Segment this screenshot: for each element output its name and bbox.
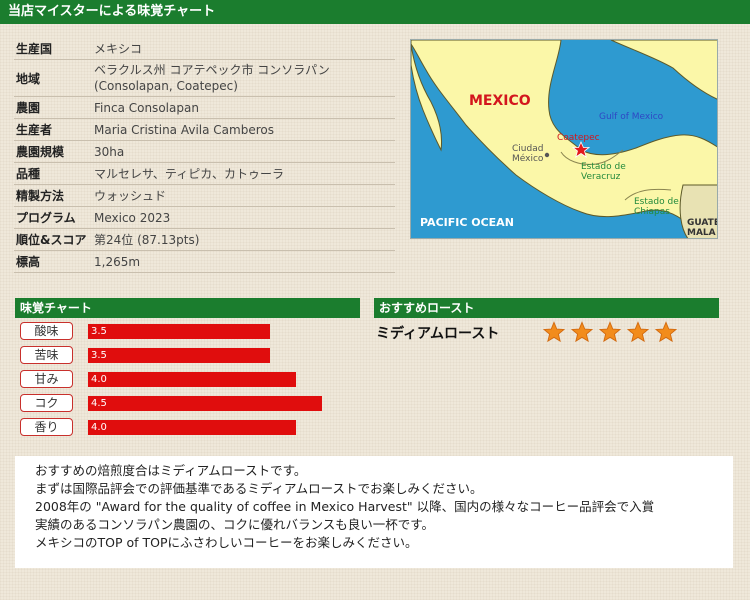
region-map: MEXICO Gulf of Mexico Coatepec PACIFIC O… [410,39,718,239]
page-header: 当店マイスターによる味覚チャート [0,0,750,24]
info-label: 農園規模 [16,145,65,159]
taste-bar: 3.5 [88,324,270,339]
info-label: 順位&スコア [16,233,87,247]
roast-rating [543,321,677,343]
info-value: 1,265m [94,254,141,269]
map-label-capital: Ciudad México [512,144,544,164]
taste-label: コク [20,394,73,412]
taste-label: 香り [20,418,73,436]
info-row: 農園規模 30ha [14,141,395,163]
info-value: Maria Cristina Avila Camberos [94,122,274,137]
description-line: メキシコのTOP of TOPにふさわしいコーヒーをお楽しみください。 [35,535,418,550]
info-value: メキシコ [94,41,143,56]
taste-row: コク 4.5 [20,394,322,412]
taste-bar: 4.0 [88,420,296,435]
info-row: 生産国 メキシコ [14,38,395,60]
star-icon [627,321,649,343]
info-table: 生産国 メキシコ地域 ベラクルス州 コアテペック市 コンソラパン (Consolapa… [14,38,395,273]
info-row: 標高 1,265m [14,251,395,273]
description-line: おすすめの焙煎度合はミディアムローストです。 [35,463,307,478]
taste-row: 甘み 4.0 [20,370,296,388]
info-value: 第24位 (87.13pts) [94,232,200,247]
taste-row: 苦味 3.5 [20,346,270,364]
description-line: 2008年の "Award for the quality of coffee … [35,499,655,514]
map-label-ocean: PACIFIC OCEAN [420,216,514,229]
taste-chart-header: 味覚チャート [15,298,360,318]
info-label: 精製方法 [16,189,65,203]
info-label: 農園 [16,101,41,115]
info-row: 順位&スコア 第24位 (87.13pts) [14,229,395,251]
map-label-coatepec: Coatepec [557,133,600,143]
star-icon [655,321,677,343]
info-row: 農園 Finca Consolapan [14,97,395,119]
star-icon [543,321,565,343]
info-value: Finca Consolapan [94,100,199,115]
map-label-guatemala: GUATE MALA [687,218,718,238]
info-value: 30ha [94,144,125,159]
star-icon [571,321,593,343]
info-value: Mexico 2023 [94,210,171,225]
map-label-mexico: MEXICO [469,93,531,109]
map-label-veracruz: Estado de Veracruz [581,162,626,182]
taste-bar: 3.5 [88,348,270,363]
roast-header: おすすめロースト [374,298,719,318]
info-value: マルセレサ、ティピカ、カトゥーラ [94,166,284,181]
taste-label: 酸味 [20,322,73,340]
info-row: プログラム Mexico 2023 [14,207,395,229]
info-row: 精製方法 ウォッシュド [14,185,395,207]
description-line: まずは国際品評会での評価基準であるミディアムローストでお楽しみください。 [35,481,483,496]
info-label: 生産国 [16,42,53,56]
info-label: 生産者 [16,123,53,137]
taste-label: 苦味 [20,346,73,364]
info-row: 品種 マルセレサ、ティピカ、カトゥーラ [14,163,395,185]
info-row: 地域 ベラクルス州 コアテペック市 コンソラパン (Consolapan, Coat… [14,60,395,97]
map-label-gulf: Gulf of Mexico [599,112,664,122]
description-box: おすすめの焙煎度合はミディアムローストです。まずは国際品評会での評価基準であるミ… [15,456,733,568]
star-icon [599,321,621,343]
info-label: プログラム [16,211,76,225]
info-value: ウォッシュド [94,188,167,203]
taste-bar: 4.0 [88,372,296,387]
taste-row: 酸味 3.5 [20,322,270,340]
description-line: 実績のあるコンソラパン農園の、コクに優れバランスも良い一杯です。 [35,517,435,532]
info-row: 生産者 Maria Cristina Avila Camberos [14,119,395,141]
info-label: 品種 [16,167,41,181]
info-label: 地域 [16,71,41,86]
taste-row: 香り 4.0 [20,418,296,436]
info-label: 標高 [16,255,41,269]
taste-label: 甘み [20,370,73,388]
roast-name: ミディアムロースト [376,326,500,342]
info-value: ベラクルス州 コアテペック市 コンソラパン (Consolapan, Coatep… [94,63,330,93]
taste-bar: 4.5 [88,396,322,411]
